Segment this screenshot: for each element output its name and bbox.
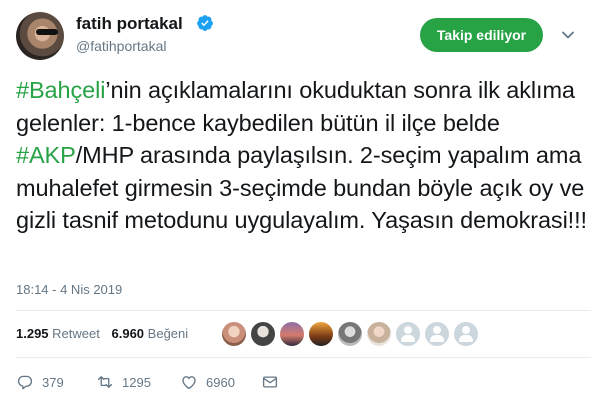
liker-avatar[interactable]: [309, 322, 333, 346]
like-stat-label: Beğeni: [147, 326, 189, 341]
following-button[interactable]: Takip ediliyor: [420, 18, 543, 52]
divider: [16, 357, 591, 358]
tweet-text-segment: /MHP arasında paylaşılsın. 2-seçim yapal…: [16, 142, 587, 233]
direct-message-button[interactable]: [261, 372, 287, 392]
like-stat[interactable]: 6.960 Beğeni: [112, 326, 189, 341]
author-handle[interactable]: @fatihportakal: [76, 38, 166, 54]
author-avatar[interactable]: [16, 12, 64, 60]
retweet-count: 1295: [122, 374, 151, 390]
retweet-stat[interactable]: 1.295 Retweet: [16, 326, 100, 341]
tweet-text: #Bahçeli’nin açıklamalarını okuduktan so…: [16, 74, 591, 237]
retweet-button[interactable]: 1295: [96, 372, 151, 392]
liker-avatar[interactable]: [454, 322, 478, 346]
hashtag-link[interactable]: #Bahçeli: [16, 77, 105, 103]
retweet-icon: [97, 376, 113, 388]
author-display-name[interactable]: fatih portakal: [76, 14, 183, 34]
retweet-stat-label: Retweet: [52, 326, 100, 341]
liker-avatar[interactable]: [222, 322, 246, 346]
tweet-header: fatih portakal @fatihportakal Takip edil…: [0, 0, 607, 70]
reply-count: 379: [42, 374, 64, 390]
liker-avatar[interactable]: [338, 322, 362, 346]
chevron-down-icon[interactable]: [561, 28, 575, 42]
reply-button[interactable]: 379: [16, 372, 64, 392]
tweet-stats: 1.295 Retweet 6.960 Beğeni: [16, 326, 196, 341]
like-button[interactable]: 6960: [180, 372, 235, 392]
like-stat-count: 6.960: [111, 326, 145, 341]
liker-avatar[interactable]: [367, 322, 391, 346]
tweet-actions: 379 1295 6960: [16, 372, 316, 392]
divider: [16, 310, 591, 311]
liker-avatar[interactable]: [280, 322, 304, 346]
reply-icon: [17, 375, 33, 390]
tweet-timestamp[interactable]: 18:14 - 4 Nis 2019: [16, 282, 122, 297]
verified-badge-icon: [197, 15, 213, 31]
hashtag-link[interactable]: #AKP: [16, 142, 76, 168]
retweet-stat-count: 1.295: [16, 326, 49, 341]
heart-icon: [182, 376, 196, 390]
liker-avatar[interactable]: [425, 322, 449, 346]
liker-avatar[interactable]: [396, 322, 420, 346]
liker-avatar[interactable]: [251, 322, 275, 346]
mail-icon: [262, 376, 278, 388]
like-count: 6960: [206, 374, 235, 390]
